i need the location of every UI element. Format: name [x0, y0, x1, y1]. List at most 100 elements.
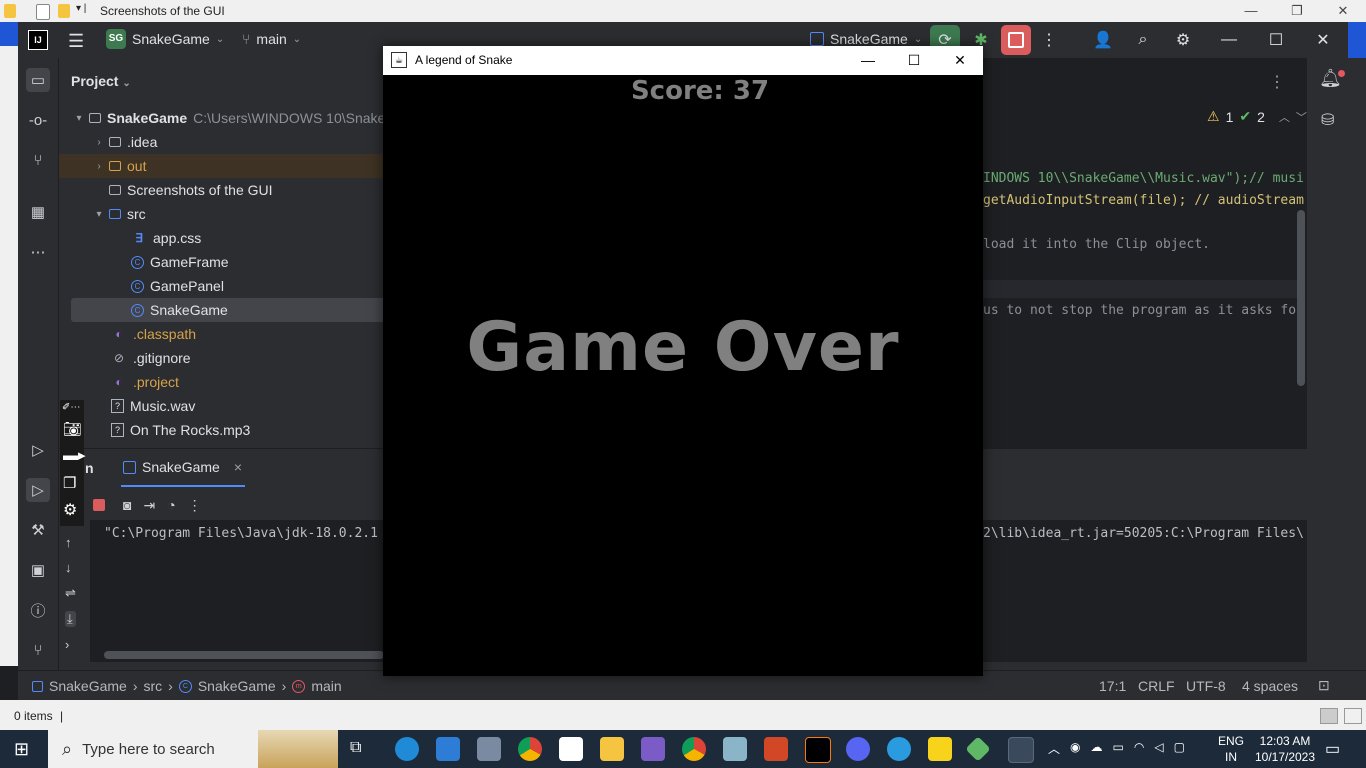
- breadcrumb-item[interactable]: SnakeGame: [49, 678, 127, 694]
- settings-button[interactable]: ⚙: [1168, 25, 1198, 55]
- project-switcher[interactable]: SG SnakeGame ⌄: [106, 29, 224, 49]
- inspection-widget[interactable]: ⚠ 1 ✔ 2 ︿ ﹀: [1207, 108, 1307, 125]
- line-separator[interactable]: CRLF: [1138, 678, 1175, 694]
- stop-button[interactable]: [1001, 25, 1031, 55]
- soft-wrap-icon[interactable]: ⇌: [65, 585, 76, 601]
- tree-root-snakegame[interactable]: ▾ SnakeGame C:\Users\WINDOWS 10\SnakeG: [59, 106, 397, 130]
- project-tool-button[interactable]: ▭: [26, 68, 50, 92]
- console-horizontal-scrollbar[interactable]: [104, 651, 384, 659]
- file-encoding[interactable]: UTF-8: [1186, 678, 1226, 694]
- tree-item-screenshots[interactable]: Screenshots of the GUI: [59, 178, 433, 202]
- onedrive-icon[interactable]: ☁: [1091, 740, 1103, 757]
- run-tool-button[interactable]: ▷: [26, 478, 50, 502]
- notepad-icon[interactable]: [559, 737, 583, 761]
- editor-scrollbar[interactable]: [1297, 210, 1305, 386]
- discord-icon[interactable]: [846, 737, 870, 761]
- quick-access-dropdown-icon[interactable]: ▾ |: [76, 3, 86, 14]
- sticky-notes-icon[interactable]: [928, 737, 952, 761]
- chrome-profile-icon[interactable]: [682, 737, 706, 761]
- ide-close-button[interactable]: ✕: [1308, 25, 1338, 55]
- explorer-minimize-button[interactable]: —: [1228, 0, 1274, 22]
- intellij-taskbar-icon[interactable]: [805, 737, 831, 763]
- branch-switcher[interactable]: ⑂ main ⌄: [242, 31, 301, 47]
- volume-icon[interactable]: ◁: [1154, 740, 1163, 757]
- game-maximize-button[interactable]: ☐: [891, 46, 937, 75]
- project-panel-title[interactable]: Project ⌄: [71, 73, 131, 89]
- arrow-up-icon[interactable]: ↑: [65, 535, 76, 550]
- lock-icon[interactable]: ⊡: [1318, 677, 1330, 694]
- explorer-restore-button[interactable]: ❐: [1274, 0, 1320, 22]
- task-view-icon[interactable]: ⧉: [350, 739, 361, 757]
- powerpoint-icon[interactable]: [764, 737, 788, 761]
- clock[interactable]: 12:03 AM 10/17/2023: [1250, 733, 1320, 765]
- thumbnails-view-icon[interactable]: [1344, 708, 1362, 724]
- stop-icon[interactable]: [93, 499, 105, 511]
- main-menu-button[interactable]: ☰: [68, 31, 84, 52]
- services-tool-button[interactable]: ▷: [26, 438, 50, 462]
- run-config-selector[interactable]: SnakeGame ⌄: [810, 31, 922, 47]
- notification-center-icon[interactable]: ▭: [1325, 739, 1340, 759]
- git-tool-button[interactable]: ⑂: [26, 638, 50, 662]
- tree-item-out[interactable]: › out: [59, 154, 417, 178]
- search-everywhere-button[interactable]: ⌕: [1128, 25, 1158, 55]
- ide-minimize-button[interactable]: —: [1214, 25, 1244, 55]
- window-icon[interactable]: ❐: [63, 474, 76, 492]
- taskbar-search-box[interactable]: ⌕ Type here to search: [48, 730, 338, 768]
- git-app-icon[interactable]: [965, 736, 991, 762]
- display-icon[interactable]: ▢: [1174, 740, 1185, 757]
- camera-app-icon[interactable]: [477, 737, 501, 761]
- more-tools-button[interactable]: ⋯: [26, 240, 50, 264]
- tree-item-on-the-rocks[interactable]: ? On The Rocks.mp3: [59, 418, 435, 442]
- camera-icon[interactable]: ◙: [123, 497, 131, 514]
- pull-requests-tool-button[interactable]: ⑂: [26, 148, 50, 172]
- windows-start-icon[interactable]: ⊞: [14, 739, 29, 760]
- more-vertical-icon[interactable]: ⋮: [1269, 72, 1285, 92]
- pen-app-icon[interactable]: [887, 737, 911, 761]
- meet-now-icon[interactable]: ◉: [1070, 740, 1080, 757]
- game-title-bar[interactable]: ☕︎ A legend of Snake — ☐ ✕: [383, 46, 983, 75]
- battery-icon[interactable]: ▭: [1113, 740, 1124, 757]
- explorer-close-button[interactable]: ✕: [1320, 0, 1366, 22]
- tree-item-project[interactable]: ◐ .project: [59, 370, 435, 394]
- database-icon[interactable]: ⛁: [1321, 110, 1334, 130]
- commit-tool-button[interactable]: -o-: [26, 108, 50, 132]
- java-app-icon[interactable]: [1008, 737, 1034, 763]
- code-with-me-button[interactable]: 👤: [1088, 25, 1118, 55]
- breadcrumb-item[interactable]: main: [311, 678, 341, 694]
- properties-icon[interactable]: [36, 4, 50, 20]
- gear-icon[interactable]: ⚙: [63, 500, 77, 520]
- breadcrumb-item[interactable]: SnakeGame: [198, 678, 276, 694]
- indent-setting[interactable]: 4 spaces: [1242, 678, 1298, 694]
- build-tool-button[interactable]: ⚒: [26, 518, 50, 542]
- language-indicator[interactable]: ENG IN: [1218, 733, 1244, 765]
- tree-item-gitignore[interactable]: ⊘ .gitignore: [59, 346, 435, 370]
- video-icon[interactable]: ▬▸: [63, 446, 86, 464]
- tree-item-idea[interactable]: › .idea: [59, 130, 417, 154]
- game-minimize-button[interactable]: —: [845, 46, 891, 75]
- more-vertical-icon[interactable]: ⋮: [188, 497, 202, 514]
- structure-tool-button[interactable]: ▦: [26, 200, 50, 224]
- mail-icon[interactable]: [436, 737, 460, 761]
- chevron-right-icon[interactable]: ›: [65, 637, 76, 652]
- camera-icon[interactable]: 📷︎: [63, 420, 82, 438]
- tree-item-src[interactable]: ▾ src: [59, 202, 417, 226]
- game-close-button[interactable]: ✕: [937, 46, 983, 75]
- performance-icon[interactable]: ◔: [167, 497, 175, 514]
- file-explorer-icon[interactable]: [600, 737, 624, 761]
- edge-icon[interactable]: [395, 737, 419, 761]
- breadcrumb-item[interactable]: src: [144, 678, 163, 694]
- arrow-down-icon[interactable]: ↓: [65, 560, 76, 575]
- more-actions-button[interactable]: ⋮: [1034, 25, 1064, 55]
- problems-tool-button[interactable]: ⓘ: [26, 598, 50, 622]
- run-tab-snakegame[interactable]: SnakeGame ×: [123, 459, 242, 475]
- chevron-down-icon[interactable]: ﹀: [1296, 109, 1307, 125]
- chrome-icon[interactable]: [518, 737, 542, 761]
- tree-item-music-wav[interactable]: ? Music.wav: [59, 394, 435, 418]
- visual-studio-icon[interactable]: [641, 737, 665, 761]
- wifi-icon[interactable]: ◠: [1134, 740, 1144, 757]
- chevron-up-icon[interactable]: ︿: [1279, 109, 1290, 125]
- close-icon[interactable]: ×: [234, 459, 242, 475]
- caret-position[interactable]: 17:1: [1099, 678, 1126, 694]
- note-app-icon[interactable]: [723, 737, 747, 761]
- ide-maximize-button[interactable]: ☐: [1261, 25, 1291, 55]
